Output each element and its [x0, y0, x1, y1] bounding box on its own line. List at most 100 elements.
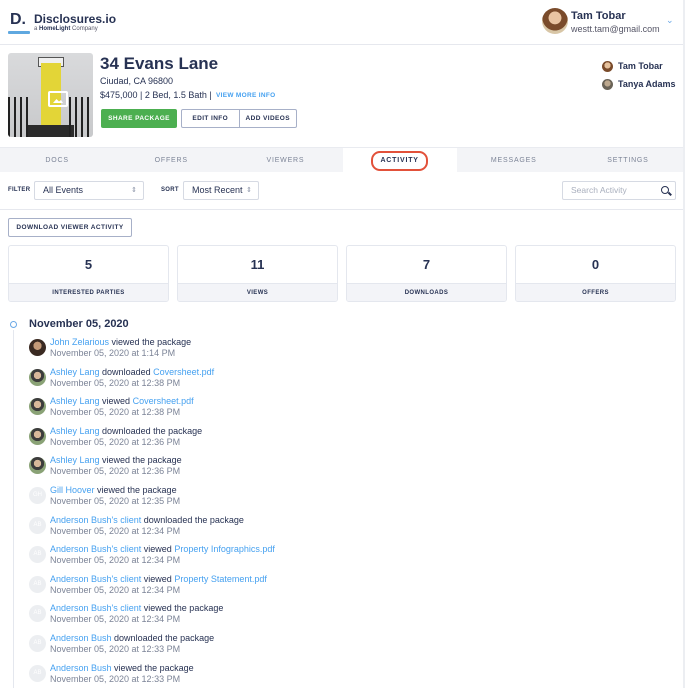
activity-action: viewed: [99, 396, 133, 406]
tab-label: DOCS: [45, 157, 69, 164]
actor-avatar: [29, 457, 46, 474]
user-avatar[interactable]: [542, 8, 568, 34]
actor-avatar: AB: [29, 517, 46, 534]
activity-description: Ashley Lang viewed the package: [50, 455, 182, 465]
logo-mark-text: D.: [10, 11, 26, 28]
activity-description: Ashley Lang downloaded Coversheet.pdf: [50, 367, 214, 377]
document-link[interactable]: Coversheet.pdf: [133, 396, 194, 406]
activity-timestamp: November 05, 2020 at 12:34 PM: [50, 526, 181, 536]
download-viewer-activity-button[interactable]: DOWNLOAD VIEWER ACTIVITY: [8, 218, 132, 237]
actor-link[interactable]: Anderson Bush: [50, 663, 112, 673]
sort-select[interactable]: Most Recent ⇕: [183, 181, 259, 200]
search-icon[interactable]: [661, 186, 669, 194]
sort-value: Most Recent: [192, 185, 243, 195]
stat-value: 0: [591, 257, 600, 272]
activity-action: downloaded: [99, 367, 154, 377]
agent-avatar: [602, 60, 613, 72]
actor-link[interactable]: Anderson Bush's client: [50, 544, 141, 554]
stat-value: 7: [422, 257, 431, 272]
actor-link[interactable]: Anderson Bush: [50, 633, 112, 643]
photo-railing-left: [8, 97, 32, 137]
activity-timestamp: November 05, 2020 at 12:38 PM: [50, 407, 181, 417]
actor-link[interactable]: Ashley Lang: [50, 455, 100, 465]
image-icon[interactable]: [48, 91, 68, 107]
actor-link[interactable]: Ashley Lang: [50, 396, 100, 406]
actor-avatar: AB: [29, 576, 46, 593]
tab-offers[interactable]: OFFERS: [114, 148, 228, 172]
actor-avatar: GH: [29, 487, 46, 504]
filter-select[interactable]: All Events ⇕: [34, 181, 144, 200]
stat-value: 5: [84, 257, 93, 272]
activity-description: Anderson Bush's client viewed Property S…: [50, 574, 267, 584]
property-title: 34 Evans Lane: [100, 54, 219, 73]
select-arrows-icon: ⇕: [246, 187, 252, 194]
subtitle-suffix: Company: [70, 26, 98, 32]
activity-action: viewed: [141, 574, 175, 584]
tab-viewers[interactable]: VIEWERS: [228, 148, 342, 172]
agent-item[interactable]: Tanya Adams: [602, 76, 676, 92]
actor-link[interactable]: Anderson Bush's client: [50, 515, 141, 525]
logo-icon[interactable]: D.: [8, 11, 30, 34]
select-arrows-icon: ⇕: [131, 187, 137, 194]
actor-avatar: [29, 339, 46, 356]
actor-link[interactable]: Anderson Bush's client: [50, 603, 141, 613]
edit-info-button[interactable]: EDIT INFO: [182, 110, 239, 127]
tab-docs[interactable]: DOCS: [0, 148, 114, 172]
tab-activity[interactable]: ACTIVITY: [342, 148, 457, 172]
agent-item[interactable]: Tam Tobar: [602, 58, 676, 74]
tab-settings[interactable]: SETTINGS: [571, 148, 685, 172]
agent-avatar: [602, 78, 613, 90]
actor-link[interactable]: John Zelarious: [50, 337, 109, 347]
chevron-down-icon[interactable]: ⌄: [666, 16, 674, 25]
timeline-dot-icon: [10, 321, 17, 328]
photo-railing-right: [69, 97, 93, 137]
stat-views: 11 VIEWS: [177, 245, 338, 302]
actor-link[interactable]: Anderson Bush's client: [50, 574, 141, 584]
add-videos-button[interactable]: ADD VIDEOS: [238, 110, 297, 127]
user-name[interactable]: Tam Tobar: [571, 10, 626, 22]
document-link[interactable]: Property Infographics.pdf: [174, 544, 275, 554]
activity-timestamp: November 05, 2020 at 12:38 PM: [50, 378, 181, 388]
property-details: $475,000 | 2 Bed, 1.5 Bath |: [100, 90, 212, 100]
tab-label: OFFERS: [154, 157, 188, 164]
activity-description: Anderson Bush viewed the package: [50, 663, 194, 673]
top-header: D. Disclosures.io a HomeLight Company Ta…: [0, 0, 685, 45]
view-more-info-link[interactable]: VIEW MORE INFO: [216, 92, 275, 99]
scrollbar[interactable]: [683, 0, 685, 688]
activity-timestamp: November 05, 2020 at 12:36 PM: [50, 437, 181, 447]
stat-offers: 0 OFFERS: [515, 245, 676, 302]
document-link[interactable]: Property Statement.pdf: [174, 574, 267, 584]
stat-interested-parties: 5 INTERESTED PARTIES: [8, 245, 169, 302]
stat-label: VIEWS: [178, 283, 337, 301]
tab-label: SETTINGS: [607, 157, 649, 164]
filter-value: All Events: [43, 185, 84, 195]
activity-action: viewed: [141, 544, 175, 554]
sort-label: SORT: [161, 187, 179, 193]
activity-timestamp: November 05, 2020 at 12:34 PM: [50, 555, 181, 565]
tab-bar: DOCS OFFERS VIEWERS ACTIVITY MESSAGES SE…: [0, 147, 685, 172]
activity-action: downloaded the package: [99, 426, 203, 436]
agent-name: Tanya Adams: [618, 79, 676, 89]
search-activity-input[interactable]: Search Activity: [562, 181, 676, 200]
activity-action: viewed the package: [111, 663, 194, 673]
actor-avatar: AB: [29, 665, 46, 682]
actor-link[interactable]: Gill Hoover: [50, 485, 95, 495]
property-actions: EDIT INFO ADD VIDEOS: [181, 109, 297, 128]
actor-avatar: [29, 369, 46, 386]
tab-messages[interactable]: MESSAGES: [457, 148, 571, 172]
activity-action: downloaded the package: [111, 633, 215, 643]
property-photo[interactable]: [8, 53, 93, 137]
activity-description: Gill Hoover viewed the package: [50, 485, 177, 495]
activity-description: Anderson Bush's client downloaded the pa…: [50, 515, 244, 525]
share-package-button[interactable]: SHARE PACKAGE: [101, 109, 177, 128]
activity-timestamp: November 05, 2020 at 12:33 PM: [50, 644, 181, 654]
document-link[interactable]: Coversheet.pdf: [153, 367, 214, 377]
search-placeholder: Search Activity: [571, 185, 627, 195]
activity-description: Ashley Lang viewed Coversheet.pdf: [50, 396, 194, 406]
activity-action: viewed the package: [94, 485, 177, 495]
activity-description: John Zelarious viewed the package: [50, 337, 191, 347]
actor-link[interactable]: Ashley Lang: [50, 426, 100, 436]
activity-timestamp: November 05, 2020 at 12:34 PM: [50, 585, 181, 595]
actor-link[interactable]: Ashley Lang: [50, 367, 100, 377]
logo-title[interactable]: Disclosures.io: [34, 12, 116, 26]
